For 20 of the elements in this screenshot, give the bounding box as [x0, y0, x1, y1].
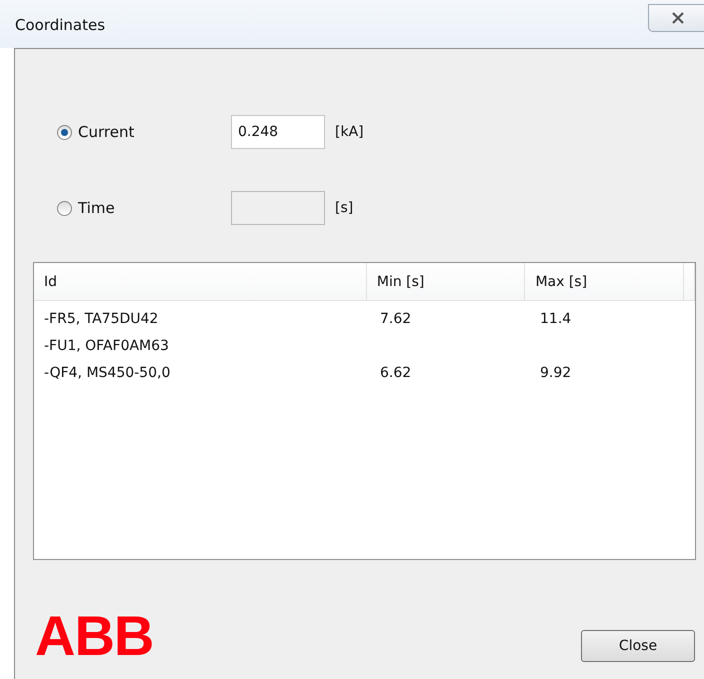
input-field[interactable]: 0.248: [231, 115, 325, 149]
window-title: Coordinates: [15, 16, 106, 34]
close-button[interactable]: [648, 4, 704, 32]
column-header[interactable]: Min [s]: [366, 263, 526, 300]
radio-button[interactable]: Current: [57, 123, 134, 141]
table-cell: -FU1, OFAF0AM63: [44, 338, 169, 354]
table-cell: 11.4: [540, 310, 572, 326]
table-cell: -FR5, TA75DU42: [44, 310, 158, 326]
close-icon: [671, 12, 685, 24]
logo: ABB: [35, 613, 154, 659]
unit-label: [kA]: [335, 124, 364, 140]
radio-indicator[interactable]: [57, 124, 72, 140]
table-cell: 6.62: [380, 364, 412, 380]
table-cell: 7.62: [380, 310, 412, 326]
table-cell: 9.92: [540, 364, 572, 380]
unit-label: [s]: [335, 200, 354, 216]
close-button[interactable]: Close: [581, 630, 695, 662]
table-cell: -QF4, MS450-50,0: [44, 364, 170, 380]
column-header[interactable]: Id: [34, 263, 367, 300]
column-header[interactable]: Max [s]: [525, 263, 684, 300]
